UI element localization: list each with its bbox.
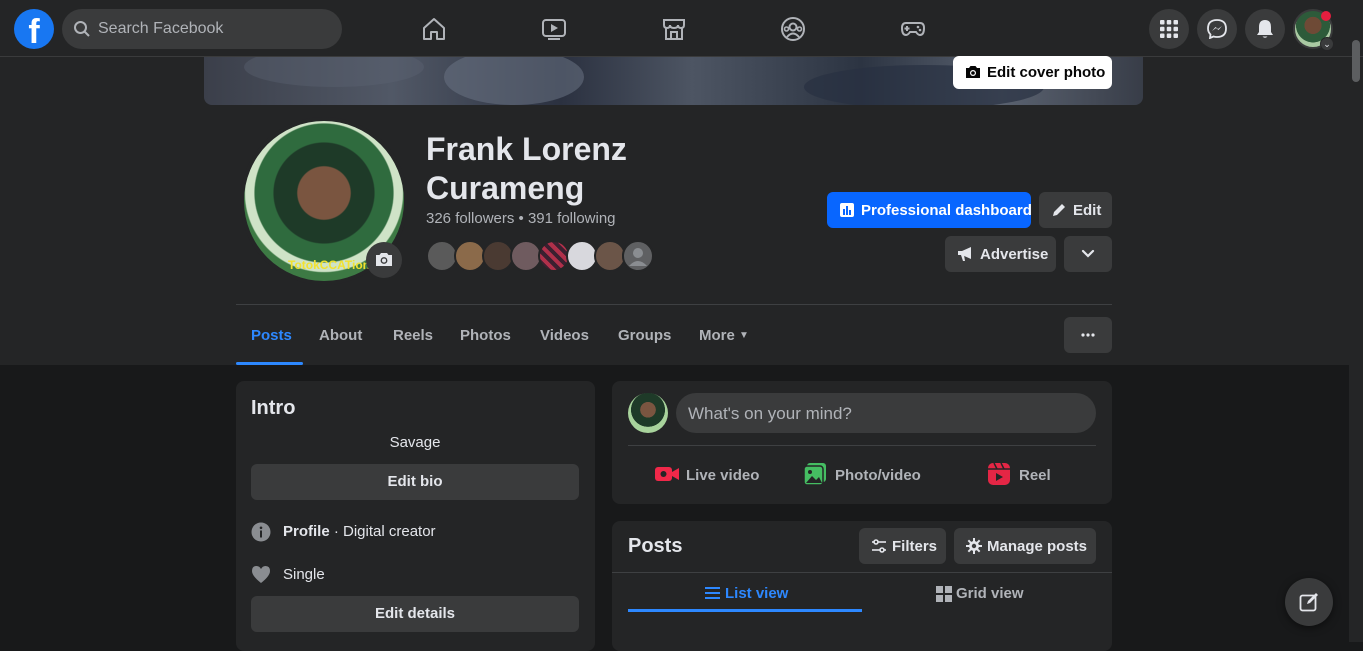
home-icon[interactable]: [421, 16, 447, 42]
gaming-icon[interactable]: [900, 16, 926, 42]
menu-grid-button[interactable]: [1149, 9, 1189, 49]
groups-icon[interactable]: [780, 16, 806, 42]
edit-bio-button[interactable]: Edit bio: [251, 464, 579, 500]
messenger-icon: [1207, 19, 1227, 39]
advertise-button[interactable]: Advertise: [945, 236, 1056, 272]
caret-down-icon: ▼: [739, 330, 749, 341]
messenger-button[interactable]: [1197, 9, 1237, 49]
top-navigation-bar: f Search Facebook ⌄: [0, 0, 1363, 57]
create-post-input[interactable]: What's on your mind?: [676, 393, 1096, 433]
live-video-icon: [655, 467, 679, 481]
avatar[interactable]: [628, 393, 668, 433]
active-tab-indicator: [236, 362, 303, 365]
dashboard-icon: [840, 203, 854, 217]
search-icon: [74, 21, 90, 37]
facebook-logo[interactable]: f: [14, 9, 54, 49]
posts-divider: [612, 572, 1112, 573]
posts-heading: Posts: [628, 535, 683, 557]
reel-icon: [988, 462, 1010, 485]
update-profile-picture-button[interactable]: [366, 242, 402, 278]
edit-profile-button[interactable]: Edit: [1039, 192, 1112, 228]
intro-relationship-row: Single: [251, 565, 325, 588]
live-video-label: Live video: [686, 467, 760, 484]
create-post-placeholder: What's on your mind?: [688, 404, 852, 423]
list-view-icon: [705, 587, 720, 599]
intro-title: Intro: [251, 397, 296, 419]
grid-view-icon: [936, 586, 952, 602]
chevron-down-icon[interactable]: ⌄: [1320, 37, 1334, 51]
watch-icon[interactable]: [541, 16, 567, 42]
manage-posts-button[interactable]: Manage posts: [954, 528, 1096, 564]
more-actions-button[interactable]: [1064, 236, 1112, 272]
edit-cover-photo-button[interactable]: Edit cover photo: [953, 56, 1112, 89]
advertise-label: Advertise: [980, 246, 1049, 263]
bio-text: Savage: [389, 434, 441, 451]
profile-label: Profile: [283, 523, 330, 540]
info-icon: [251, 522, 271, 542]
manage-posts-label: Manage posts: [987, 538, 1088, 555]
tab-photos[interactable]: Photos: [460, 327, 511, 344]
friend-avatar-default[interactable]: [622, 240, 654, 272]
chevron-down-icon: [1081, 249, 1095, 258]
megaphone-icon: [958, 247, 971, 261]
search-input[interactable]: Search Facebook: [98, 20, 223, 38]
relationship-status: Single: [283, 566, 325, 583]
page-scrollbar[interactable]: [1349, 57, 1363, 642]
marketplace-icon[interactable]: [661, 16, 687, 42]
intro-profile-row: Profile · Digital creator: [251, 522, 436, 546]
scrollbar-thumb[interactable]: [1352, 40, 1360, 82]
grid-view-label: Grid view: [956, 585, 1024, 602]
tab-reels[interactable]: Reels: [393, 327, 433, 344]
professional-dashboard-label: Professional dashboard: [861, 202, 1032, 219]
filters-button[interactable]: Filters: [859, 528, 946, 564]
profile-picture-caption: TotokCCATions: [288, 258, 377, 272]
tab-videos[interactable]: Videos: [540, 327, 589, 344]
edit-details-button[interactable]: Edit details: [251, 596, 579, 632]
profile-category: · Digital creator: [329, 523, 436, 540]
tab-more-label: More: [699, 327, 735, 344]
composer-divider: [628, 445, 1096, 446]
tab-more[interactable]: More ▼: [699, 327, 749, 344]
photo-video-label: Photo/video: [835, 467, 921, 484]
ellipsis-icon: [1081, 333, 1095, 337]
list-view-label: List view: [725, 585, 789, 602]
gear-icon: [966, 538, 982, 554]
reel-label: Reel: [1019, 467, 1051, 484]
notifications-icon: [1257, 20, 1273, 38]
heart-icon: [252, 566, 270, 583]
tab-groups[interactable]: Groups: [618, 327, 671, 344]
filters-label: Filters: [892, 538, 938, 555]
filters-icon: [872, 539, 886, 553]
follower-count[interactable]: 326 followers • 391 following: [426, 210, 616, 227]
camera-icon: [966, 66, 980, 78]
notification-dot: [1321, 11, 1331, 21]
tab-about[interactable]: About: [319, 327, 362, 344]
edit-cover-photo-label: Edit cover photo: [987, 64, 1106, 81]
tab-posts[interactable]: Posts: [251, 327, 292, 344]
photo-video-icon: [803, 463, 826, 486]
profile-name: Frank Lorenz Curameng: [426, 131, 627, 206]
professional-dashboard-button[interactable]: Professional dashboard: [827, 192, 1032, 228]
menu-grid-icon: [1160, 20, 1178, 38]
compose-icon: [1299, 593, 1318, 612]
search-bar[interactable]: Search Facebook: [62, 9, 342, 49]
active-view-indicator: [628, 609, 862, 612]
new-message-button[interactable]: [1285, 578, 1333, 626]
profile-divider: [236, 304, 1112, 305]
camera-icon: [376, 253, 392, 266]
notifications-button[interactable]: [1245, 9, 1285, 49]
more-options-button[interactable]: [1064, 317, 1112, 353]
edit-profile-label: Edit: [1073, 202, 1102, 219]
pencil-icon: [1053, 204, 1065, 216]
